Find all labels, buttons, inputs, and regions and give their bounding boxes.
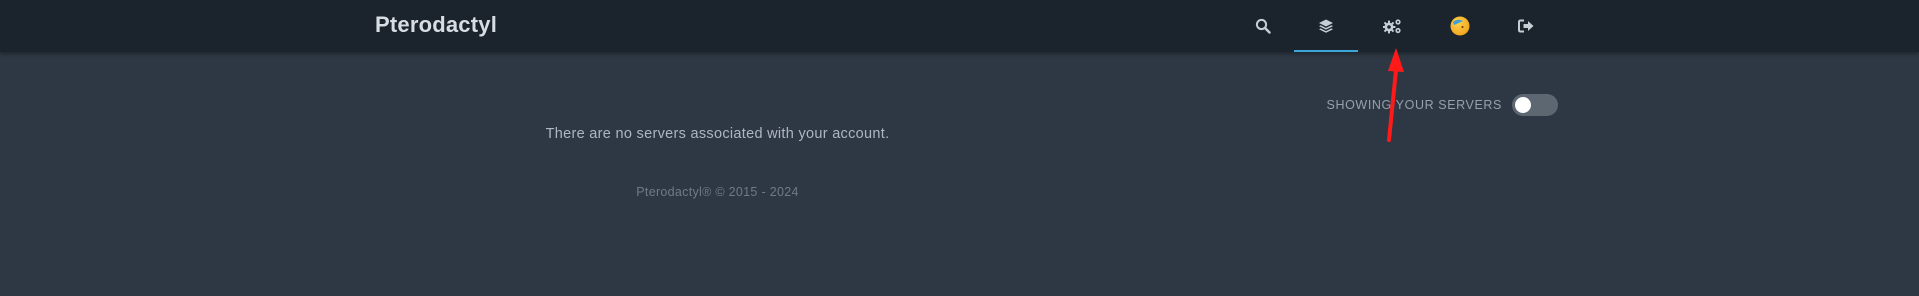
footer-copyright: Pterodactyl® © 2015 - 2024 xyxy=(636,185,799,199)
nav-servers-button[interactable] xyxy=(1294,0,1358,52)
search-icon xyxy=(1255,18,1271,34)
show-servers-toggle[interactable] xyxy=(1512,94,1558,116)
toggle-knob xyxy=(1515,97,1531,113)
brand-logo-text[interactable]: Pterodactyl xyxy=(375,12,497,38)
server-filter-toggle-group: SHOWING YOUR SERVERS xyxy=(1327,94,1558,116)
top-navbar: Pterodactyl xyxy=(0,0,1919,52)
nav-logout-button[interactable] xyxy=(1494,0,1558,52)
nav-admin-button[interactable] xyxy=(1361,0,1425,52)
toggle-label: SHOWING YOUR SERVERS xyxy=(1326,98,1502,112)
layers-icon xyxy=(1319,19,1333,33)
sign-out-icon xyxy=(1518,19,1534,33)
nav-search-button[interactable] xyxy=(1231,0,1295,52)
avatar-icon xyxy=(1450,16,1470,36)
empty-servers-message: There are no servers associated with you… xyxy=(545,126,890,142)
nav-account-button[interactable] xyxy=(1428,0,1492,52)
cogs-icon xyxy=(1383,19,1401,34)
